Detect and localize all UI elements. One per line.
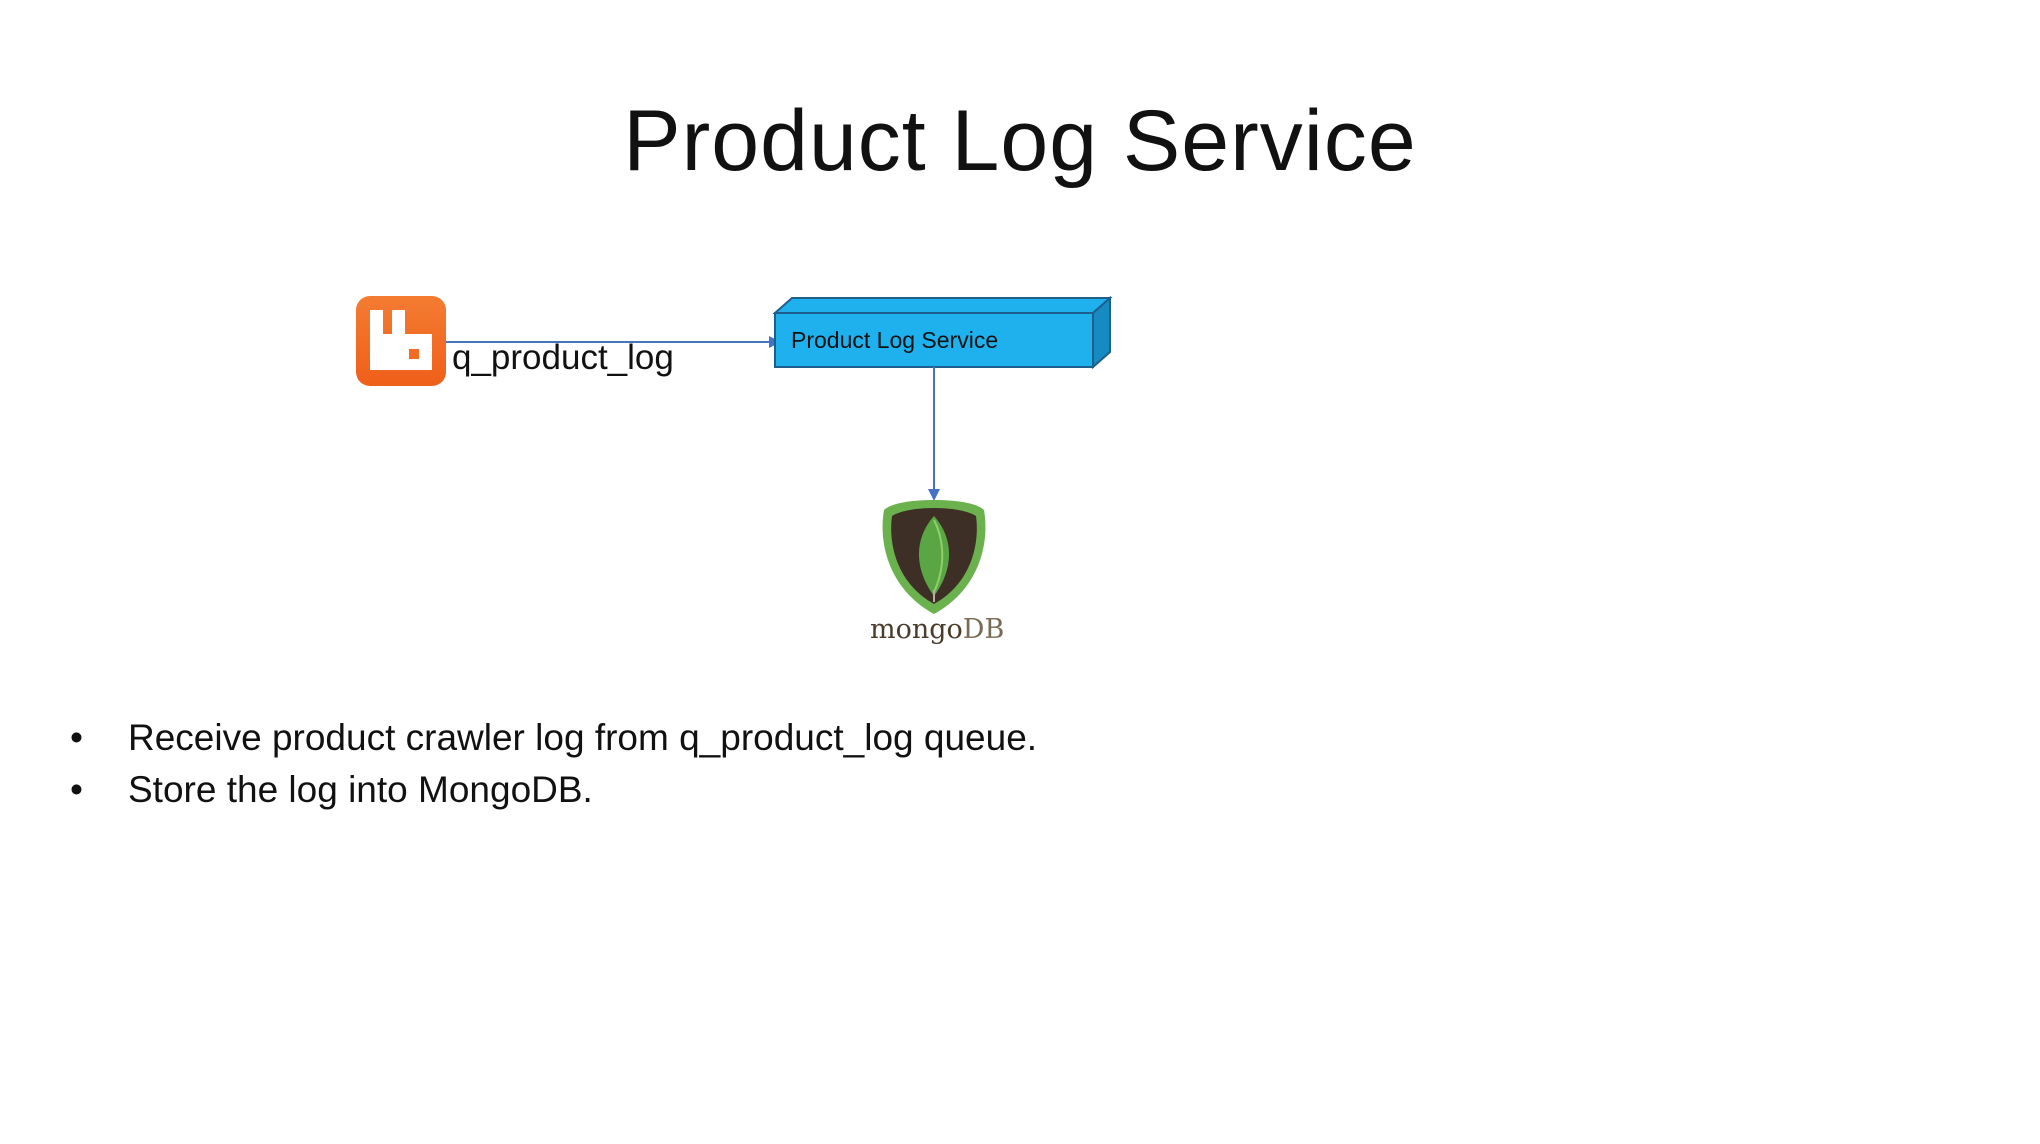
queue-label: q_product_log xyxy=(452,338,674,377)
bullet-text: Store the log into MongoDB. xyxy=(128,769,593,810)
bullet-list: • Receive product crawler log from q_pro… xyxy=(64,712,1564,816)
bullet-item: • Store the log into MongoDB. xyxy=(64,764,1564,816)
mongodb-wordmark-part-a: mongo xyxy=(870,614,963,645)
rabbitmq-logo-icon xyxy=(356,296,446,386)
service-box-label: Product Log Service xyxy=(791,326,999,353)
mongodb-leaf-icon xyxy=(882,500,986,614)
mongodb-wordmark-part-b: DB xyxy=(962,614,1005,645)
bullet-text: Receive product crawler log from q_produ… xyxy=(128,717,1038,758)
bullet-item: • Receive product crawler log from q_pro… xyxy=(64,712,1564,764)
service-box: Product Log Service xyxy=(775,313,1093,367)
mongodb-wordmark: mongoDB xyxy=(870,614,1004,645)
bullet-dot-icon: • xyxy=(70,769,83,810)
architecture-diagram: q_product_log Product Log Service mongoD… xyxy=(0,0,2040,700)
bullet-dot-icon: • xyxy=(70,717,83,758)
